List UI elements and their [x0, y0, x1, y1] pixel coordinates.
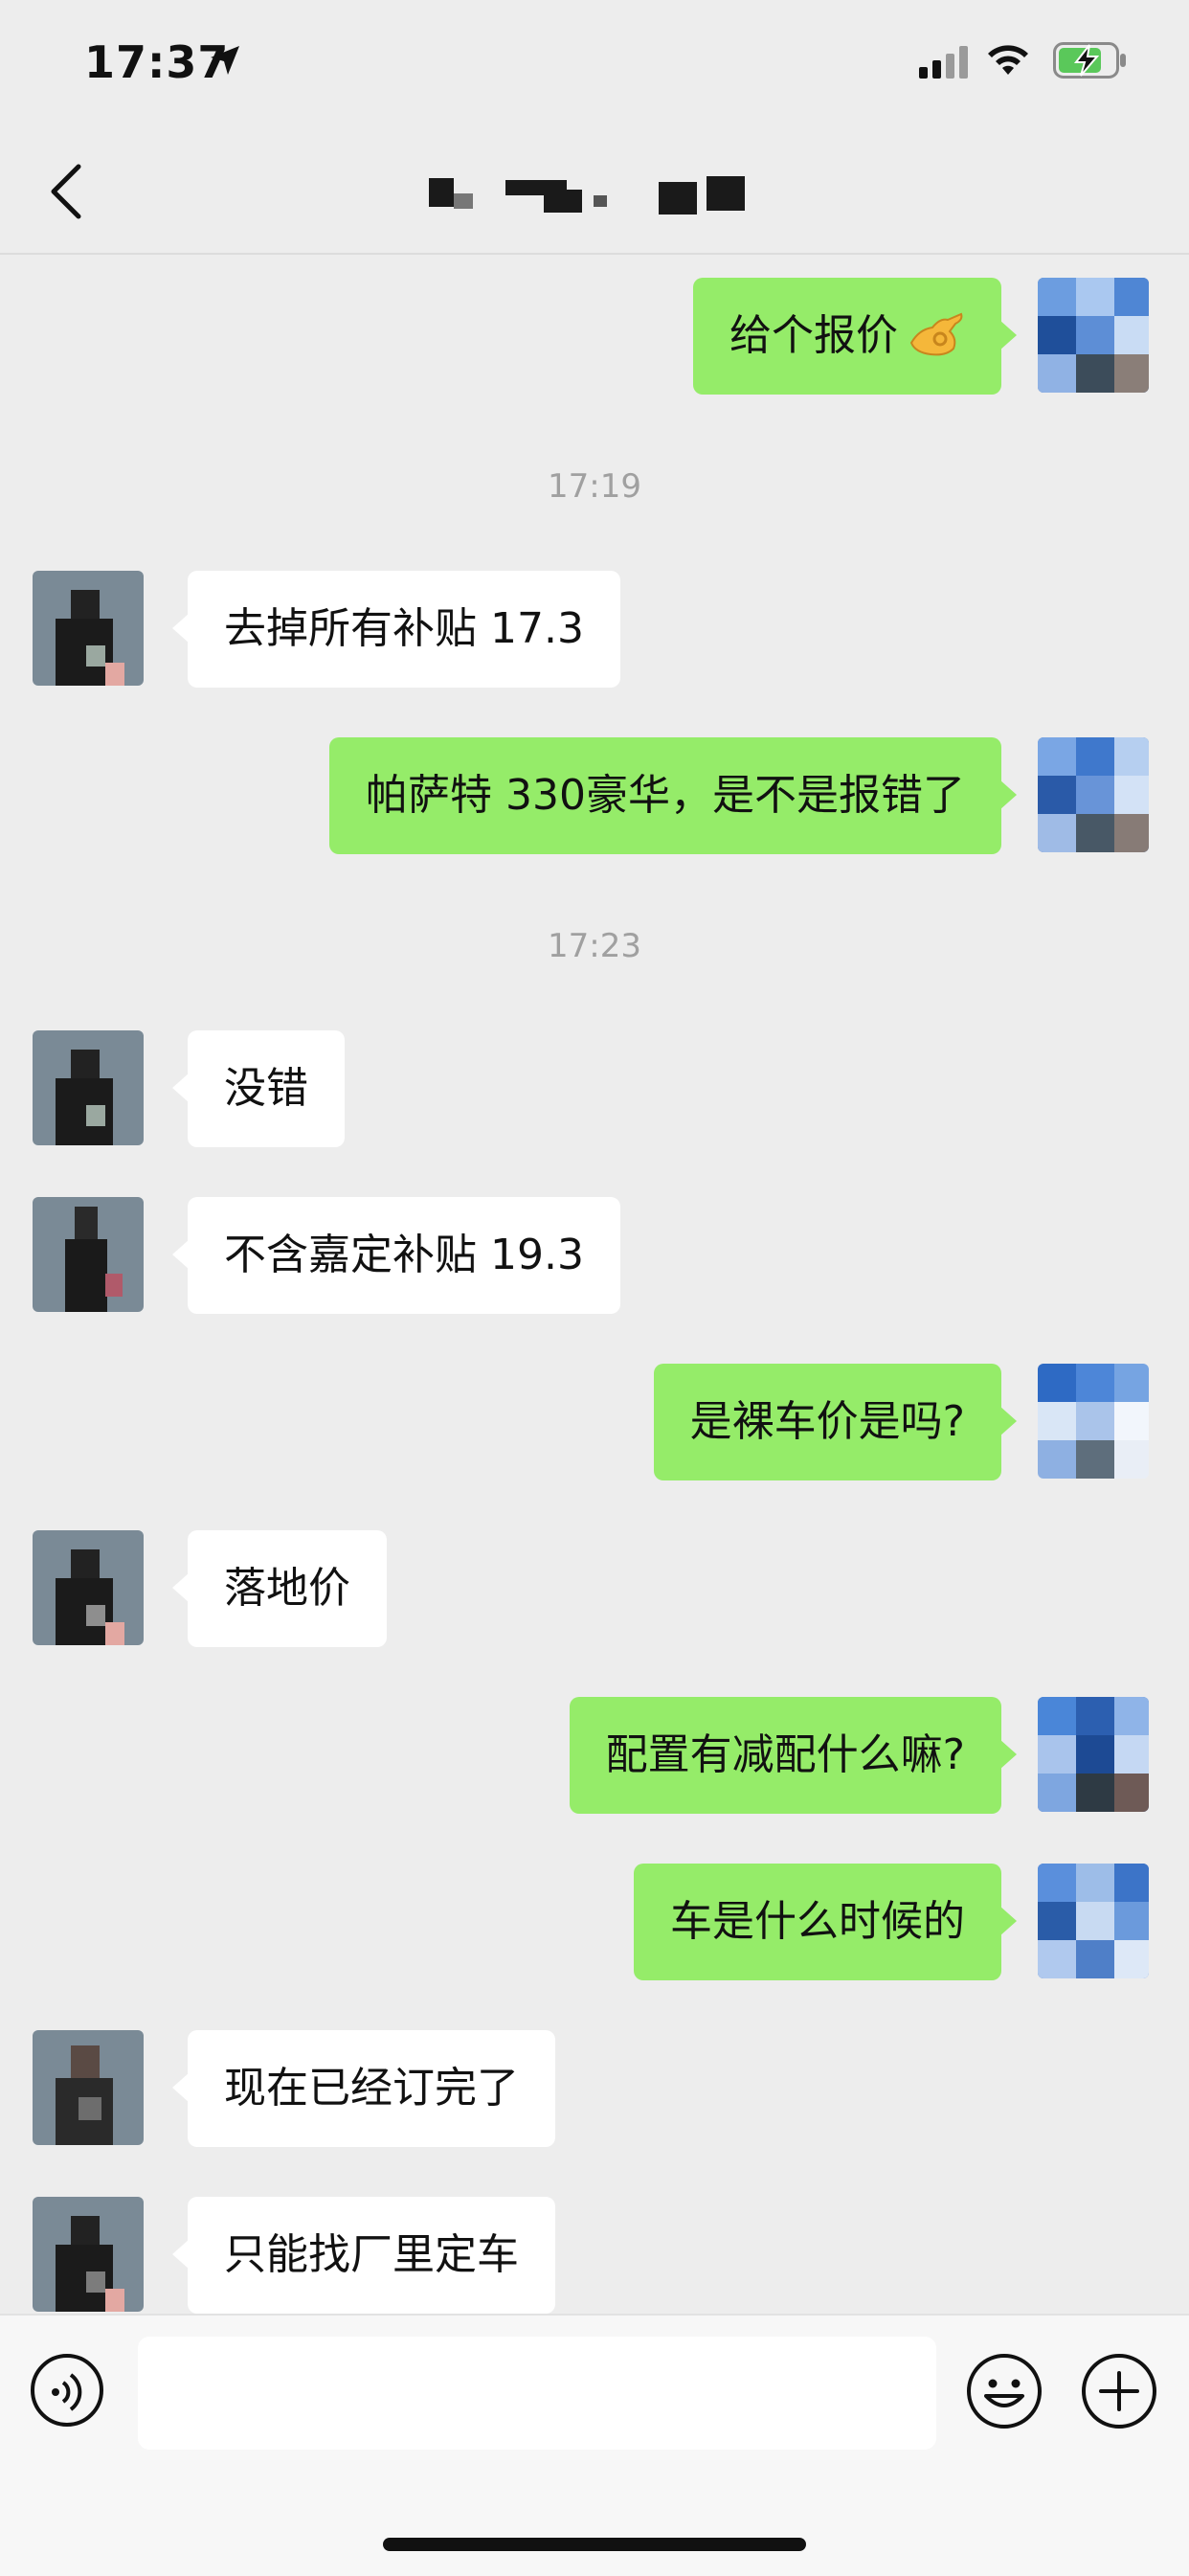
- status-time: 17:37: [84, 36, 230, 88]
- my-avatar[interactable]: [1038, 737, 1149, 852]
- my-avatar[interactable]: [1038, 1864, 1149, 1978]
- contact-avatar[interactable]: [33, 571, 144, 686]
- message-row: 没错: [0, 1030, 1189, 1155]
- message-bubble[interactable]: 不含嘉定补贴 19.3: [172, 1197, 620, 1314]
- message-text: 车是什么时候的: [670, 1897, 965, 1946]
- message-text: 配置有减配什么嘛?: [605, 1730, 965, 1779]
- message-row: 现在已经订完了: [0, 2030, 1189, 2155]
- message-bubble[interactable]: 配置有减配什么嘛?: [569, 1697, 1018, 1814]
- message-bubble[interactable]: 落地价: [172, 1530, 387, 1647]
- message-row: 去掉所有补贴 17.3: [0, 571, 1189, 695]
- back-chevron-icon[interactable]: [44, 163, 92, 220]
- chat-title-redacted: [429, 170, 754, 216]
- message-text: 落地价: [224, 1564, 350, 1613]
- message-row: 给个报价: [0, 278, 1189, 402]
- message-bubble[interactable]: 现在已经订完了: [172, 2030, 555, 2147]
- message-bubble[interactable]: 没错: [172, 1030, 345, 1147]
- message-bubble[interactable]: 是裸车价是吗?: [653, 1364, 1018, 1480]
- timestamp: 17:19: [548, 467, 641, 506]
- message-row: 不含嘉定补贴 19.3: [0, 1197, 1189, 1322]
- home-indicator[interactable]: [383, 2538, 806, 2551]
- message-text: 现在已经订完了: [224, 2064, 519, 2113]
- message-bubble[interactable]: 帕萨特 330豪华，是不是报错了: [329, 737, 1017, 854]
- message-list[interactable]: 给个报价 17:19 去掉所有补贴 17.3 帕萨特 330豪华，是不是报错了 …: [0, 255, 1189, 2314]
- contact-avatar[interactable]: [33, 1530, 144, 1645]
- my-avatar[interactable]: [1038, 278, 1149, 393]
- message-input[interactable]: [138, 2337, 936, 2450]
- message-row: 是裸车价是吗?: [0, 1364, 1189, 1488]
- my-avatar[interactable]: [1038, 1364, 1149, 1479]
- signal-icon: [919, 46, 968, 79]
- message-bubble[interactable]: 给个报价: [693, 278, 1017, 395]
- message-text: 没错: [224, 1064, 308, 1113]
- wifi-icon: [988, 45, 1028, 75]
- message-row: 落地价: [0, 1530, 1189, 1655]
- my-avatar[interactable]: [1038, 1697, 1149, 1812]
- message-row: 帕萨特 330豪华，是不是报错了: [0, 737, 1189, 862]
- message-text: 给个报价: [729, 311, 898, 360]
- message-text: 是裸车价是吗?: [689, 1397, 965, 1446]
- message-row: 车是什么时候的: [0, 1864, 1189, 1988]
- message-text: 只能找厂里定车: [224, 2230, 519, 2279]
- message-bubble[interactable]: 车是什么时候的: [634, 1864, 1017, 1980]
- voice-icon[interactable]: [29, 2352, 105, 2429]
- message-text: 帕萨特 330豪华，是不是报错了: [366, 771, 965, 820]
- contact-avatar[interactable]: [33, 1030, 144, 1145]
- message-row: 配置有减配什么嘛?: [0, 1697, 1189, 1821]
- contact-avatar[interactable]: [33, 2197, 144, 2312]
- message-bubble[interactable]: 只能找厂里定车: [172, 2197, 555, 2314]
- input-bar: [0, 2314, 1189, 2576]
- nav-bar: [0, 134, 1189, 255]
- plus-icon[interactable]: [1080, 2352, 1158, 2430]
- ok-hand-emoji: [909, 312, 963, 356]
- message-row: 只能找厂里定车: [0, 2197, 1189, 2314]
- emoji-icon[interactable]: [965, 2352, 1043, 2430]
- message-bubble[interactable]: 去掉所有补贴 17.3: [172, 571, 620, 688]
- battery-charging-icon: [1053, 42, 1126, 79]
- location-arrow-icon: [211, 46, 239, 75]
- status-bar: 17:37: [0, 0, 1189, 134]
- timestamp: 17:23: [548, 927, 641, 965]
- contact-avatar[interactable]: [33, 1197, 144, 1312]
- message-text: 不含嘉定补贴 19.3: [224, 1231, 584, 1279]
- contact-avatar[interactable]: [33, 2030, 144, 2145]
- message-text: 去掉所有补贴 17.3: [224, 604, 584, 653]
